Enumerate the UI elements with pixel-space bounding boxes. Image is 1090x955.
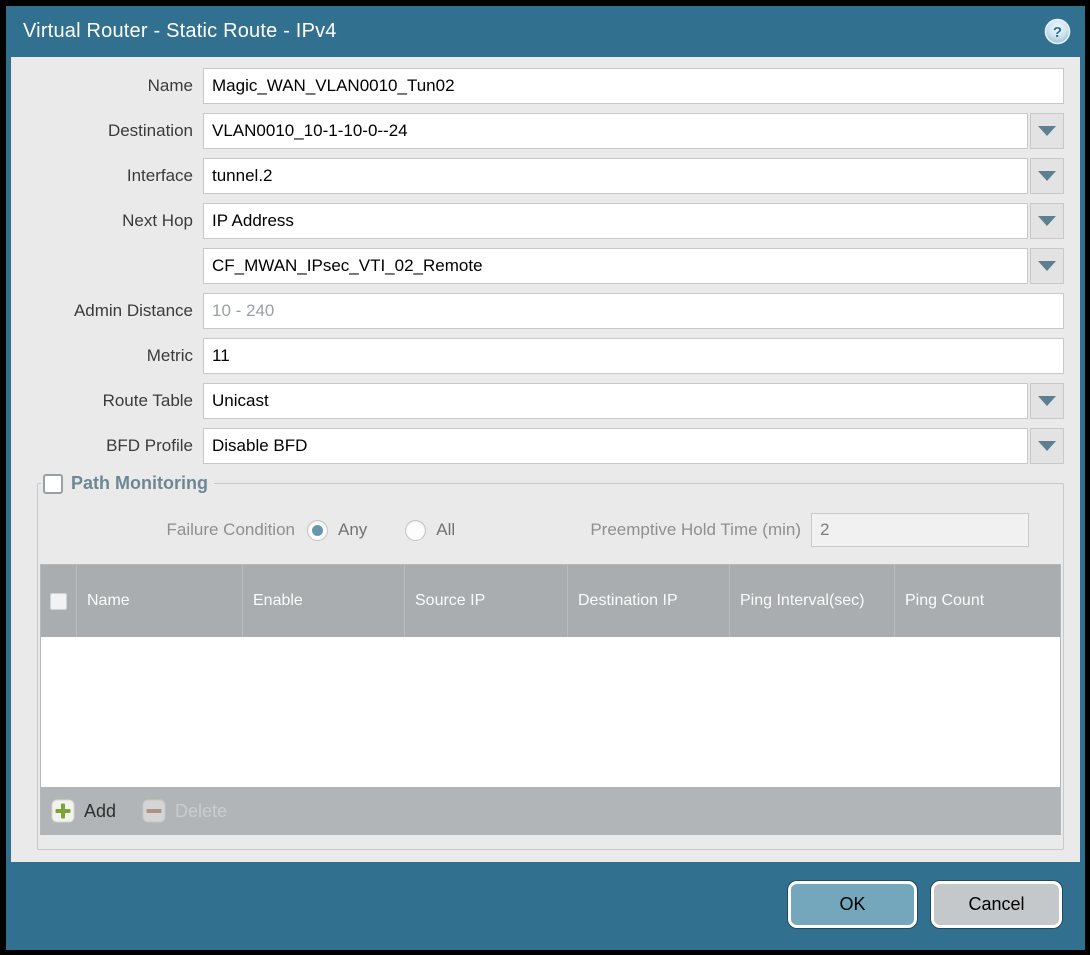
chevron-down-icon	[1038, 441, 1056, 451]
form-row-next-hop: Next Hop	[11, 203, 1064, 239]
form-row-interface: Interface	[11, 158, 1064, 194]
interface-dropdown-button[interactable]	[1030, 158, 1064, 194]
column-header-ping-interval[interactable]: Ping Interval(sec)	[730, 565, 895, 637]
column-header-ping-count[interactable]: Ping Count	[895, 565, 1060, 637]
radio-all-label: All	[436, 520, 455, 540]
svg-text:?: ?	[1053, 24, 1062, 41]
path-monitoring-legend: Path Monitoring	[41, 473, 214, 494]
form-row-bfd-profile: BFD Profile	[11, 428, 1064, 464]
metric-label: Metric	[11, 346, 203, 366]
form-row-metric: Metric	[11, 338, 1064, 374]
radio-any-label: Any	[338, 520, 367, 540]
column-header-enable[interactable]: Enable	[243, 565, 405, 637]
interface-label: Interface	[11, 166, 203, 186]
column-header-source-ip[interactable]: Source IP	[405, 565, 568, 637]
preemptive-hold-time-input[interactable]	[811, 513, 1029, 547]
form-row-next-hop-address	[11, 248, 1064, 284]
path-monitoring-section: Path Monitoring Failure Condition Any Al…	[37, 473, 1064, 850]
chevron-down-icon	[1038, 171, 1056, 181]
route-table-label: Route Table	[11, 391, 203, 411]
chevron-down-icon	[1038, 126, 1056, 136]
table-header-row: Name Enable Source IP Destination IP Pin…	[41, 565, 1060, 637]
chevron-down-icon	[1038, 261, 1056, 271]
radio-any[interactable]	[307, 520, 328, 541]
admin-distance-input[interactable]	[203, 293, 1064, 329]
route-table-input[interactable]	[203, 383, 1028, 419]
name-label: Name	[11, 76, 203, 96]
admin-distance-label: Admin Distance	[11, 301, 203, 321]
bfd-profile-label: BFD Profile	[11, 436, 203, 456]
name-input[interactable]	[203, 68, 1064, 104]
cancel-button[interactable]: Cancel	[931, 881, 1062, 928]
column-header-name[interactable]: Name	[77, 565, 243, 637]
next-hop-type-input[interactable]	[203, 203, 1028, 239]
chevron-down-icon	[1038, 216, 1056, 226]
failure-condition-radio-group: Any All	[307, 520, 483, 541]
column-header-destination-ip[interactable]: Destination IP	[568, 565, 730, 637]
next-hop-type-dropdown-button[interactable]	[1030, 203, 1064, 239]
form-row-name: Name	[11, 68, 1064, 104]
next-hop-label: Next Hop	[11, 211, 203, 231]
minus-icon	[142, 799, 166, 823]
radio-all[interactable]	[405, 520, 426, 541]
metric-input[interactable]	[203, 338, 1064, 374]
bfd-profile-input[interactable]	[203, 428, 1028, 464]
destination-label: Destination	[11, 121, 203, 141]
form-row-destination: Destination	[11, 113, 1064, 149]
next-hop-address-input[interactable]	[203, 248, 1028, 284]
destination-input[interactable]	[203, 113, 1028, 149]
delete-button[interactable]: Delete	[142, 799, 227, 823]
destination-dropdown-button[interactable]	[1030, 113, 1064, 149]
preemptive-hold-time-label: Preemptive Hold Time (min)	[590, 520, 811, 540]
chevron-down-icon	[1038, 396, 1056, 406]
table-body-empty	[41, 637, 1060, 787]
add-button[interactable]: Add	[51, 799, 116, 823]
table-toolbar: Add Delete	[41, 787, 1060, 835]
path-monitoring-checkbox[interactable]	[43, 474, 63, 494]
failure-condition-label: Failure Condition	[40, 520, 307, 540]
help-icon[interactable]: ?	[1044, 18, 1071, 45]
path-monitoring-title: Path Monitoring	[71, 473, 208, 494]
bfd-profile-dropdown-button[interactable]	[1030, 428, 1064, 464]
dialog-title: Virtual Router - Static Route - IPv4	[23, 20, 1044, 43]
add-button-label: Add	[84, 801, 116, 822]
route-table-dropdown-button[interactable]	[1030, 383, 1064, 419]
select-all-checkbox[interactable]	[50, 593, 67, 610]
interface-input[interactable]	[203, 158, 1028, 194]
dialog-footer: OK Cancel	[6, 862, 1085, 950]
form-row-route-table: Route Table	[11, 383, 1064, 419]
plus-icon	[51, 799, 75, 823]
form-row-admin-distance: Admin Distance	[11, 293, 1064, 329]
static-route-dialog: Virtual Router - Static Route - IPv4 ? N…	[6, 6, 1085, 950]
dialog-content: Name Destination Interface Next Hop	[11, 57, 1080, 862]
failure-condition-row: Failure Condition Any All Preemptive Hol…	[40, 512, 1045, 548]
path-monitoring-table: Name Enable Source IP Destination IP Pin…	[40, 564, 1061, 835]
delete-button-label: Delete	[175, 801, 227, 822]
dialog-titlebar: Virtual Router - Static Route - IPv4 ?	[6, 6, 1085, 57]
next-hop-address-dropdown-button[interactable]	[1030, 248, 1064, 284]
ok-button[interactable]: OK	[788, 881, 917, 928]
